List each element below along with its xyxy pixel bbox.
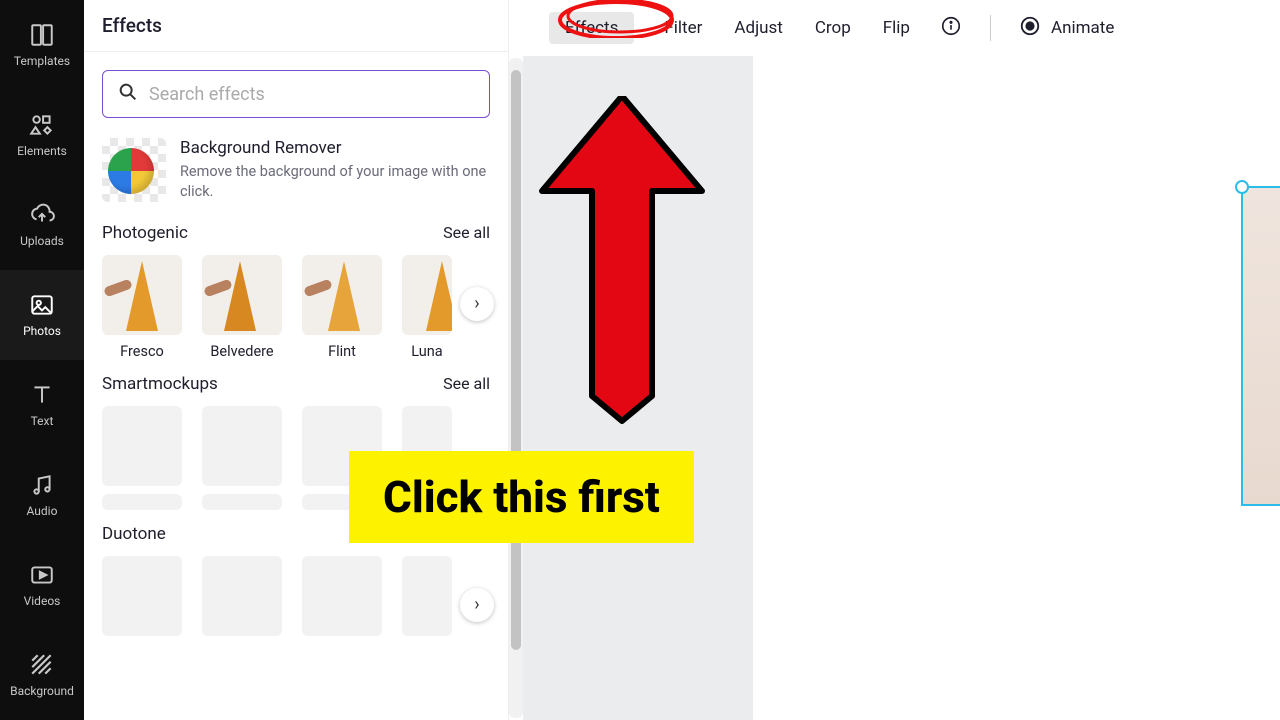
selected-image[interactable] xyxy=(1241,186,1280,506)
nav-templates[interactable]: Templates xyxy=(0,0,84,90)
section-title: Photogenic xyxy=(102,223,188,243)
top-toolbar: Effects Filter Adjust Crop Flip Animate xyxy=(509,0,1280,56)
effect-flint[interactable]: Flint xyxy=(302,255,382,360)
background-remover[interactable]: Background Remover Remove the background… xyxy=(84,118,508,213)
scroll-next-photogenic[interactable]: › xyxy=(460,287,494,321)
info-icon[interactable] xyxy=(940,15,962,42)
nav-label: Background xyxy=(10,684,74,698)
placeholder-thumb[interactable] xyxy=(102,406,182,486)
nav-label: Elements xyxy=(17,144,67,158)
annotation-arrow xyxy=(537,96,707,426)
nav-background[interactable]: Background xyxy=(0,630,84,720)
panel-title: Effects xyxy=(84,0,508,45)
videos-icon xyxy=(29,562,55,588)
placeholder-bar xyxy=(202,494,282,510)
nav-text[interactable]: Text xyxy=(0,360,84,450)
scrollbar-thumb[interactable] xyxy=(511,70,521,650)
see-all-smartmockups[interactable]: See all xyxy=(443,374,490,393)
placeholder-thumb[interactable] xyxy=(102,556,182,636)
divider xyxy=(990,15,991,41)
text-icon xyxy=(29,382,55,408)
nav-rail: Templates Elements Uploads Photos Text A… xyxy=(0,0,84,720)
effect-luna[interactable]: Luna xyxy=(402,255,452,360)
effect-label: Belvedere xyxy=(210,343,273,360)
nav-elements[interactable]: Elements xyxy=(0,90,84,180)
animate-icon xyxy=(1019,15,1041,42)
scrollbar[interactable] xyxy=(509,58,523,718)
placeholder-thumb[interactable] xyxy=(202,406,282,486)
nav-audio[interactable]: Audio xyxy=(0,450,84,540)
placeholder-thumb[interactable] xyxy=(402,556,452,636)
divider xyxy=(84,51,508,52)
effects-panel: Effects Background Remover Remove the ba… xyxy=(84,0,509,720)
bg-remover-desc: Remove the background of your image with… xyxy=(180,162,490,203)
beach-ball-icon xyxy=(108,148,154,194)
effect-label: Fresco xyxy=(120,343,164,360)
nav-videos[interactable]: Videos xyxy=(0,540,84,630)
placeholder-thumb[interactable] xyxy=(202,556,282,636)
nav-label: Photos xyxy=(23,324,61,338)
section-title: Duotone xyxy=(102,524,166,544)
animate-label: Animate xyxy=(1051,18,1114,38)
elements-icon xyxy=(29,112,55,138)
search-effects[interactable] xyxy=(102,70,490,118)
toolbar-crop[interactable]: Crop xyxy=(813,12,853,44)
templates-icon xyxy=(29,22,55,48)
canvas-area[interactable]: Click this first xyxy=(509,56,1280,720)
nav-label: Uploads xyxy=(20,234,64,248)
bg-remover-title: Background Remover xyxy=(180,138,490,158)
nav-label: Audio xyxy=(27,504,58,518)
effect-label: Flint xyxy=(328,343,356,360)
background-icon xyxy=(29,652,55,678)
chevron-right-icon: › xyxy=(474,594,479,615)
placeholder-thumb[interactable] xyxy=(302,556,382,636)
photos-icon xyxy=(29,292,55,318)
chevron-right-icon: › xyxy=(474,293,479,314)
section-photogenic: Photogenic See all Fresco Belvedere Flin… xyxy=(84,213,508,364)
nav-label: Text xyxy=(31,414,54,428)
workspace: Effects Filter Adjust Crop Flip Animate xyxy=(509,0,1280,720)
effect-fresco[interactable]: Fresco xyxy=(102,255,182,360)
toolbar-animate[interactable]: Animate xyxy=(1019,15,1114,42)
nav-label: Templates xyxy=(14,54,70,68)
section-title: Smartmockups xyxy=(102,374,218,394)
annotation-callout: Click this first xyxy=(349,451,694,543)
toolbar-adjust[interactable]: Adjust xyxy=(732,12,784,44)
uploads-icon xyxy=(29,202,55,228)
annotation-circle xyxy=(554,0,684,38)
placeholder-bar xyxy=(102,494,182,510)
scroll-next-duotone[interactable]: › xyxy=(460,588,494,622)
toolbar-flip[interactable]: Flip xyxy=(881,12,912,44)
nav-label: Videos xyxy=(24,594,61,608)
search-icon xyxy=(117,81,139,107)
nav-photos[interactable]: Photos xyxy=(0,270,84,360)
effect-label: Luna xyxy=(411,343,442,360)
effect-belvedere[interactable]: Belvedere xyxy=(202,255,282,360)
selection-handle[interactable] xyxy=(1235,180,1249,194)
search-input[interactable] xyxy=(149,84,475,105)
see-all-photogenic[interactable]: See all xyxy=(443,223,490,242)
nav-uploads[interactable]: Uploads xyxy=(0,180,84,270)
bg-remover-thumb xyxy=(102,138,166,202)
audio-icon xyxy=(29,472,55,498)
